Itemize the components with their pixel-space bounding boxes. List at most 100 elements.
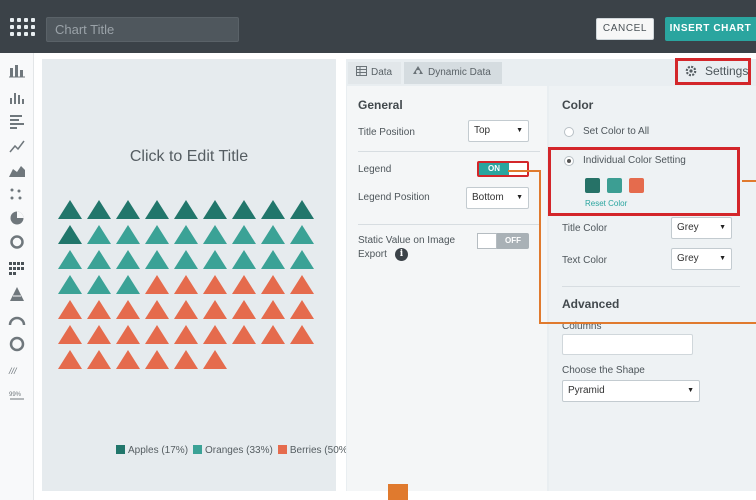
waffle-triangle (203, 300, 227, 319)
waffle-triangle (145, 300, 169, 319)
settings-label: Settings (705, 64, 749, 78)
waffle-triangle (87, 350, 111, 369)
color-heading: Color (562, 98, 594, 112)
waffle-triangle (232, 200, 256, 219)
sparkline-icon[interactable]: /// (8, 362, 26, 378)
legend-position-value: Bottom (472, 192, 504, 203)
grid-dot (24, 18, 28, 22)
percent-icon[interactable]: 99% (8, 386, 26, 402)
grid-dot (17, 32, 21, 36)
svg-text:///: /// (8, 366, 18, 376)
area-chart-icon[interactable] (8, 162, 26, 178)
waffle-triangle (290, 200, 314, 219)
waffle-triangle (87, 300, 111, 319)
waffle-triangle (261, 225, 285, 244)
grid-dot (17, 25, 21, 29)
gear-icon (685, 65, 697, 77)
reset-color-link[interactable]: Reset Color (585, 199, 627, 208)
bar-chart-icon[interactable] (8, 62, 26, 78)
histogram-icon[interactable] (8, 89, 26, 105)
app-grid-icon[interactable] (10, 18, 38, 38)
insert-chart-button[interactable]: INSERT CHART (665, 17, 756, 41)
pyramid-icon[interactable] (8, 286, 26, 302)
individual-color-radio[interactable] (564, 156, 574, 166)
pictograph-icon[interactable] (8, 260, 26, 276)
waffle-triangle (203, 325, 227, 344)
waffle-triangle (261, 275, 285, 294)
grid-dot (10, 25, 14, 29)
line-chart-icon[interactable] (8, 138, 26, 154)
donut-chart-icon[interactable] (8, 234, 26, 250)
legend-swatch (116, 445, 125, 454)
waffle-triangle (261, 300, 285, 319)
set-color-all-radio[interactable] (564, 127, 574, 137)
title-position-select[interactable]: Top ▼ (468, 120, 529, 142)
individual-color-label: Individual Color Setting (583, 155, 686, 166)
text-color-label: Text Color (562, 255, 608, 266)
advanced-heading: Advanced (562, 297, 620, 311)
waffle-triangle (174, 275, 198, 294)
chart-preview[interactable]: Click to Edit Title Apples (17%) Oranges … (42, 59, 351, 491)
shape-value: Pyramid (568, 385, 605, 396)
waffle-triangle (145, 275, 169, 294)
legend-toggle[interactable]: ON (477, 161, 529, 177)
grid-dot (31, 18, 35, 22)
grid-dot (10, 18, 14, 22)
pie-chart-icon[interactable] (8, 210, 26, 226)
settings-tab[interactable]: Settings (675, 58, 751, 85)
shape-select[interactable]: Pyramid ▼ (562, 380, 700, 402)
waffle-triangle (232, 275, 256, 294)
horizontal-bar-icon[interactable] (8, 113, 26, 129)
waffle-triangle (116, 250, 140, 269)
title-color-select[interactable]: Grey ▼ (671, 217, 732, 239)
waffle-triangle (174, 350, 198, 369)
color-swatch-berries[interactable] (629, 178, 644, 193)
waffle-triangle (203, 200, 227, 219)
waffle-triangle (58, 300, 82, 319)
legend-position-select[interactable]: Bottom ▼ (466, 187, 529, 209)
grid-dot (31, 32, 35, 36)
legend-swatch (277, 445, 287, 454)
waffle-triangle (261, 325, 285, 344)
tab-dynamic-data[interactable]: Dynamic Data (404, 62, 502, 84)
info-icon[interactable]: i (395, 248, 408, 261)
scatter-icon[interactable] (8, 186, 26, 202)
color-swatch-oranges[interactable] (607, 178, 622, 193)
general-section (347, 86, 547, 491)
waffle-triangle (145, 250, 169, 269)
waffle-triangle (58, 225, 82, 244)
waffle-triangle (58, 200, 82, 219)
static-value-label: Static Value on Image (358, 235, 456, 246)
legend-label: Oranges (33%) (205, 445, 273, 456)
waffle-triangle (116, 225, 140, 244)
waffle-triangle (290, 225, 314, 244)
chart-legend: Apples (17%) Oranges (33%) Berries (50%) (116, 445, 356, 456)
divider (358, 224, 540, 225)
columns-input[interactable] (562, 334, 693, 355)
waffle-triangle (174, 300, 198, 319)
waffle-triangle (87, 250, 111, 269)
general-heading: General (358, 98, 403, 112)
legend-swatch (193, 445, 203, 454)
radial-icon[interactable] (8, 336, 26, 352)
waffle-triangle (174, 200, 198, 219)
waffle-triangle (87, 275, 111, 294)
title-position-value: Top (474, 125, 491, 136)
chevron-down-icon: ▼ (516, 127, 523, 134)
waffle-triangle (261, 250, 285, 269)
color-swatch-apples[interactable] (585, 178, 600, 193)
legend-item: Berries (50%) (277, 445, 351, 456)
gauge-icon[interactable] (8, 312, 26, 328)
shape-label: Choose the Shape (562, 365, 645, 376)
waffle-triangle (261, 200, 285, 219)
waffle-triangle (87, 200, 111, 219)
text-color-select[interactable]: Grey ▼ (671, 248, 732, 270)
text-color-value: Grey (677, 253, 699, 264)
static-value-toggle[interactable]: OFF (477, 233, 529, 249)
tab-data[interactable]: Data (348, 62, 401, 84)
database-icon (413, 66, 423, 74)
cancel-button[interactable]: CANCEL (596, 18, 654, 40)
chart-title-input[interactable]: Chart Title (46, 17, 239, 42)
waffle-triangle (145, 350, 169, 369)
grid-dot (24, 32, 28, 36)
